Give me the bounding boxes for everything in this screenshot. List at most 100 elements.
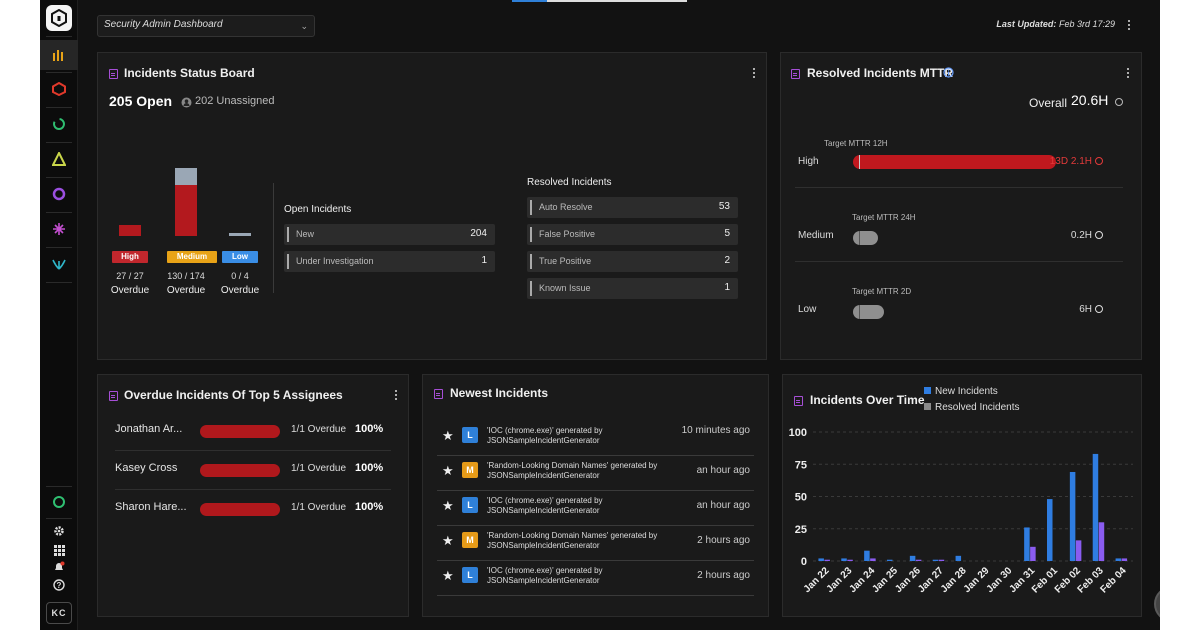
severity-label-medium[interactable]: Medium	[167, 251, 217, 263]
panel-menu-icon[interactable]	[391, 388, 401, 402]
bar-resolved	[938, 559, 945, 561]
incident-time: an hour ago	[696, 500, 750, 511]
open-count: 205 Open	[109, 93, 173, 109]
mttr-severity-label: Medium	[798, 230, 834, 241]
incident-name-line2: JSONSampleIncidentGenerator	[487, 541, 600, 550]
star-icon[interactable]: ★	[442, 428, 454, 444]
y-tick-label: 0	[801, 556, 807, 568]
bar-resolved	[1121, 558, 1128, 561]
incident-name-line1: 'IOC (chrome.exe)' generated by	[487, 496, 603, 505]
severity-label-high[interactable]: High	[112, 251, 148, 263]
top-tab-indicator	[547, 0, 687, 2]
main-area: Security Admin Dashboard ⌄ Last Updated:…	[78, 0, 1160, 630]
incident-name[interactable]: 'IOC (chrome.exe)' generated by JSONSampl…	[487, 496, 677, 516]
incident-time: 2 hours ago	[697, 535, 750, 546]
widget-icon	[434, 389, 443, 399]
resolved-incident-row[interactable]: False Positive 5	[527, 224, 738, 245]
legend-resolved[interactable]: Resolved Incidents	[924, 402, 1020, 413]
incidents-over-time-panel: Incidents Over Time New Incidents Resolv…	[782, 374, 1142, 617]
rail-divider	[46, 72, 72, 73]
row-divider	[437, 595, 754, 596]
panel-menu-icon[interactable]	[1123, 66, 1133, 80]
dashboard-select-value: Security Admin Dashboard	[104, 19, 223, 30]
row-accent	[530, 227, 532, 242]
clock-icon	[1115, 98, 1123, 106]
open-incident-row[interactable]: Under Investigation 1	[284, 251, 495, 272]
mttr-panel: Resolved Incidents MTTR Overall 20.6H Ta…	[780, 52, 1142, 360]
dashboards-icon[interactable]	[40, 40, 78, 70]
leaf-app-icon[interactable]	[40, 249, 78, 279]
mttr-value: 13D 2.1H	[1050, 156, 1103, 167]
assignee-name[interactable]: Jonathan Ar...	[115, 423, 182, 435]
assignee-overdue-bar	[200, 503, 280, 516]
info-icon[interactable]	[943, 67, 954, 78]
assignee-overdue-count: 1/1 Overdue	[291, 424, 347, 435]
incident-name[interactable]: 'IOC (chrome.exe)' generated by JSONSampl…	[487, 566, 677, 586]
incidents-chart: 0255075100Jan 22Jan 23Jan 24Jan 25Jan 26…	[789, 427, 1133, 596]
incident-time: 2 hours ago	[697, 570, 750, 581]
star-icon[interactable]: ★	[442, 568, 454, 584]
top-tab-indicator-active	[512, 0, 547, 2]
status-icon[interactable]	[40, 487, 78, 517]
app-window: ? KC Security Admin Dashboard ⌄ Last Upd…	[40, 0, 1160, 630]
unassigned-count: 202 Unassigned	[195, 95, 275, 107]
mttr-severity-label: High	[798, 156, 819, 167]
severity-badge: L	[462, 427, 478, 443]
dashboard-menu-icon[interactable]	[1124, 18, 1134, 32]
star-icon[interactable]: ★	[442, 463, 454, 479]
legend-new[interactable]: New Incidents	[924, 386, 998, 397]
row-accent	[287, 227, 289, 242]
clock-icon	[1095, 157, 1103, 165]
panel-menu-icon[interactable]	[749, 66, 759, 80]
network-icon[interactable]	[40, 109, 78, 139]
severity-overdue-count: 0 / 4	[231, 271, 249, 281]
assignee-name[interactable]: Kasey Cross	[115, 462, 177, 474]
circle-app-icon[interactable]	[40, 179, 78, 209]
assignee-overdue-count: 1/1 Overdue	[291, 502, 347, 513]
resolved-incident-row[interactable]: Auto Resolve 53	[527, 197, 738, 218]
section-divider	[273, 183, 274, 293]
chat-assistant-button[interactable]	[1154, 586, 1160, 622]
severity-overdue-count: 130 / 174	[167, 271, 205, 281]
row-divider	[795, 261, 1123, 262]
rail-divider	[46, 282, 72, 283]
app-logo-icon[interactable]	[46, 5, 72, 31]
incident-name-line2: JSONSampleIncidentGenerator	[487, 576, 600, 585]
row-divider	[437, 560, 754, 561]
bar-resolved	[1098, 522, 1105, 561]
row-value: 1	[481, 255, 487, 266]
open-incident-row[interactable]: New 204	[284, 224, 495, 245]
newest-incidents-panel: Newest Incidents ★ L 'IOC (chrome.exe)' ge…	[422, 374, 769, 617]
severity-badge: L	[462, 497, 478, 513]
row-accent	[530, 281, 532, 296]
bar-new	[909, 555, 916, 561]
dashboard-select[interactable]: Security Admin Dashboard ⌄	[97, 15, 315, 37]
assignee-name[interactable]: Sharon Hare...	[115, 501, 187, 513]
incident-name[interactable]: 'Random-Looking Domain Names' generated …	[487, 461, 677, 481]
star-app-icon[interactable]	[40, 214, 78, 244]
bar-new	[955, 555, 962, 561]
row-label: Auto Resolve	[539, 202, 593, 212]
row-value: 204	[470, 228, 487, 239]
star-icon[interactable]: ★	[442, 498, 454, 514]
severity-label-low[interactable]: Low	[222, 251, 258, 263]
severity-bar-overdue	[119, 225, 141, 236]
help-icon[interactable]: ?	[40, 572, 78, 598]
mttr-bar	[853, 155, 1056, 169]
row-value: 1	[724, 282, 730, 293]
bar-resolved	[915, 559, 922, 561]
incident-name[interactable]: 'Random-Looking Domain Names' generated …	[487, 531, 677, 551]
severity-badge: M	[462, 462, 478, 478]
incident-name[interactable]: 'IOC (chrome.exe)' generated by JSONSampl…	[487, 426, 677, 446]
row-label: False Positive	[539, 229, 596, 239]
star-icon[interactable]: ★	[442, 533, 454, 549]
open-incidents-title: Open Incidents	[284, 204, 352, 215]
user-avatar[interactable]: KC	[46, 602, 72, 624]
panel-title: Incidents Status Board	[124, 66, 255, 80]
alert-icon[interactable]	[40, 144, 78, 174]
resolved-incident-row[interactable]: Known Issue 1	[527, 278, 738, 299]
resolved-incident-row[interactable]: True Positive 2	[527, 251, 738, 272]
assignee-overdue-count: 1/1 Overdue	[291, 463, 347, 474]
severity-badge: M	[462, 532, 478, 548]
cloud-security-icon[interactable]	[40, 74, 78, 104]
